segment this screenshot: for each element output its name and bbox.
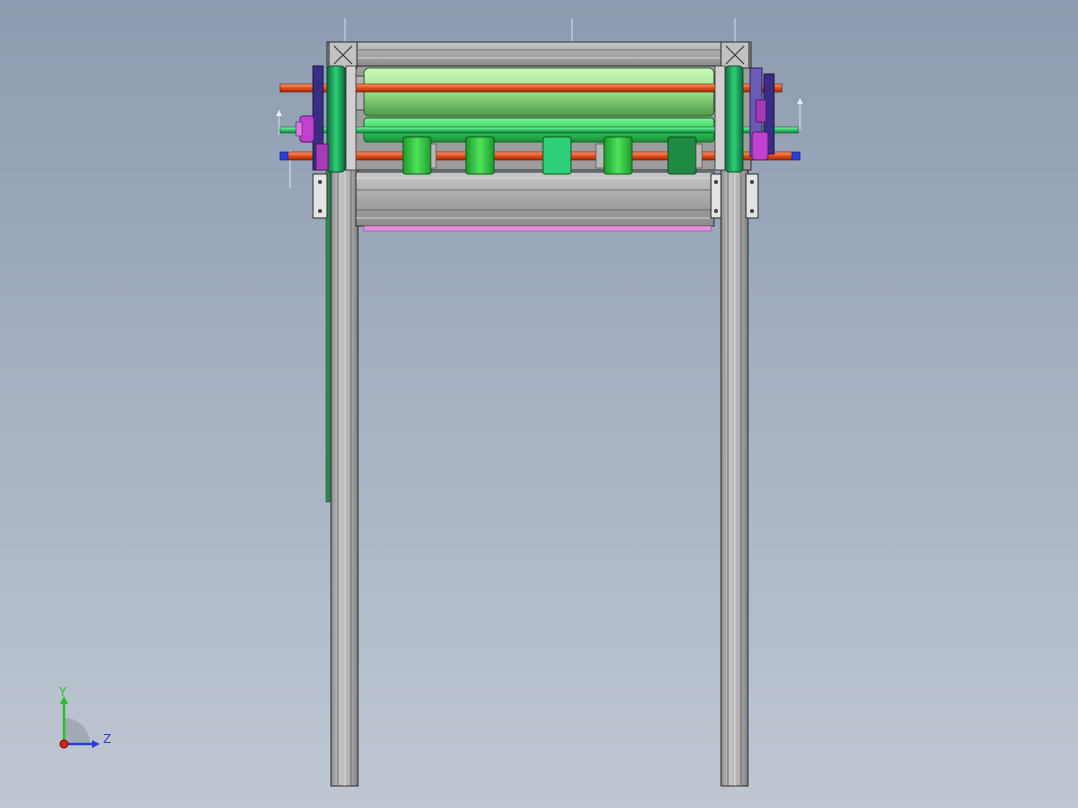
- lower-frame-beam: [355, 171, 715, 227]
- right-frame-leg: [720, 169, 749, 787]
- right-inner-plate: [714, 65, 726, 171]
- right-green-post: [724, 65, 744, 173]
- left-green-post: [326, 65, 346, 173]
- pink-guide-strip: [363, 225, 712, 232]
- right-drive-assembly: [749, 67, 775, 161]
- left-cable-strip: [325, 169, 331, 503]
- left-frame-leg: [330, 169, 359, 787]
- triad-z-label: Z: [103, 732, 111, 746]
- triad-z-arrow: [92, 740, 100, 748]
- cad-model-view[interactable]: [0, 0, 1078, 808]
- cad-graphics-viewport[interactable]: Y Z: [0, 0, 1078, 808]
- left-inner-plate: [345, 65, 357, 171]
- triad-y-label: Y: [58, 686, 67, 699]
- left-mounting-plate: [312, 173, 328, 219]
- triad-quadrant: [64, 718, 90, 744]
- orientation-triad[interactable]: Y Z: [50, 686, 120, 756]
- triad-x-axis-dot: [59, 739, 69, 749]
